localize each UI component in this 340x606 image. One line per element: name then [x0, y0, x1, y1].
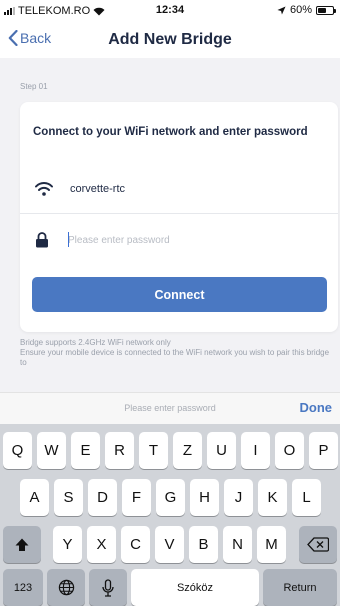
text-cursor — [68, 232, 69, 247]
key-u[interactable]: U — [207, 432, 236, 469]
battery-percent: 60% — [289, 4, 312, 16]
return-key[interactable]: Return — [263, 569, 337, 606]
wifi-icon — [34, 181, 54, 202]
key-t[interactable]: T — [139, 432, 168, 469]
shift-key[interactable] — [3, 526, 41, 563]
key-j[interactable]: J — [224, 479, 253, 516]
battery-fill — [318, 7, 327, 13]
wifi-ssid: corvette-rtc — [70, 183, 126, 195]
microphone-icon — [102, 578, 114, 597]
globe-key[interactable] — [47, 569, 85, 606]
space-key[interactable]: Szóköz — [131, 569, 259, 606]
nav-bar: Back Add New Bridge — [0, 22, 340, 58]
delete-icon — [307, 537, 329, 552]
key-d[interactable]: D — [88, 479, 117, 516]
key-g[interactable]: G — [156, 479, 185, 516]
key-m[interactable]: M — [257, 526, 286, 563]
key-k[interactable]: K — [258, 479, 287, 516]
key-h[interactable]: H — [190, 479, 219, 516]
status-bar: TELEKOM.RO 12:34 60% — [0, 0, 340, 22]
key-r[interactable]: R — [105, 432, 134, 469]
status-right: 60% — [277, 4, 336, 16]
key-z[interactable]: Z — [173, 432, 202, 469]
help-line-2: Ensure your mobile device is connected t… — [20, 348, 330, 367]
battery-icon — [316, 5, 336, 15]
location-icon — [277, 5, 286, 15]
password-row — [20, 220, 338, 262]
password-input[interactable] — [68, 229, 308, 251]
key-n[interactable]: N — [223, 526, 252, 563]
key-q[interactable]: Q — [3, 432, 32, 469]
keyboard: Q W E R T Z U I O P A S D F G H J K L Y X C V B N M 123 Szóköz Retur… — [0, 424, 340, 606]
wifi-network-row[interactable]: corvette-rtc — [20, 172, 338, 214]
key-v[interactable]: V — [155, 526, 184, 563]
numbers-key[interactable]: 123 — [3, 569, 43, 606]
key-l[interactable]: L — [292, 479, 321, 516]
dictation-key[interactable] — [89, 569, 127, 606]
key-p[interactable]: P — [309, 432, 338, 469]
card-title: Connect to your WiFi network and enter p… — [33, 126, 308, 138]
keyboard-accessory-bar: Please enter password Done — [0, 392, 340, 424]
key-c[interactable]: C — [121, 526, 150, 563]
page-title: Add New Bridge — [108, 31, 232, 48]
help-line-1: Bridge supports 2.4GHz WiFi network only — [20, 338, 171, 347]
key-i[interactable]: I — [241, 432, 270, 469]
key-a[interactable]: A — [20, 479, 49, 516]
lock-icon — [35, 232, 49, 253]
step-label: Step 01 — [20, 82, 48, 91]
help-text: Bridge supports 2.4GHz WiFi network only… — [20, 338, 330, 368]
delete-key[interactable] — [299, 526, 337, 563]
shift-icon — [15, 538, 29, 551]
globe-icon — [58, 579, 74, 596]
key-o[interactable]: O — [275, 432, 304, 469]
wifi-card: Connect to your WiFi network and enter p… — [20, 102, 338, 332]
key-b[interactable]: B — [189, 526, 218, 563]
key-x[interactable]: X — [87, 526, 116, 563]
key-y[interactable]: Y — [53, 526, 82, 563]
key-e[interactable]: E — [71, 432, 100, 469]
done-button[interactable]: Done — [300, 400, 333, 415]
key-f[interactable]: F — [122, 479, 151, 516]
key-s[interactable]: S — [54, 479, 83, 516]
accessory-hint: Please enter password — [124, 403, 216, 413]
key-w[interactable]: W — [37, 432, 66, 469]
connect-button[interactable]: Connect — [32, 277, 327, 312]
